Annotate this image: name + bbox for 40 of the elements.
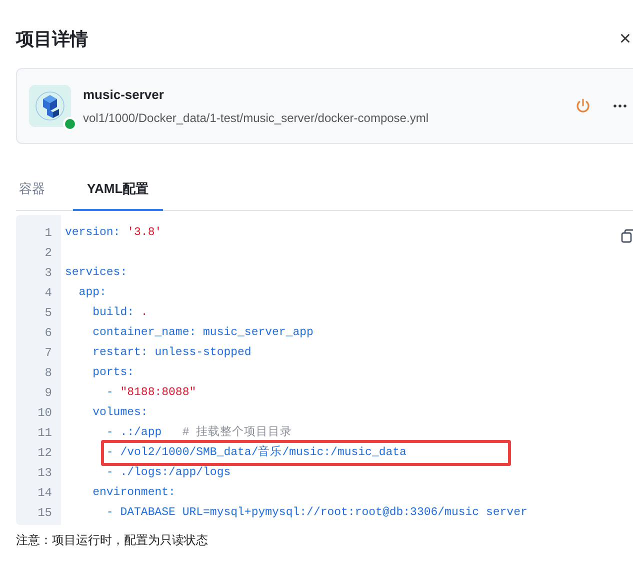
project-path: vol1/1000/Docker_data/1-test/music_server/docker-compose.yml [83,110,428,127]
power-icon[interactable] [575,98,591,114]
read-only-note: 注意：项目运行时，配置为只读状态 [16,532,209,549]
code-line: services: [65,265,128,281]
line-number: 5 [44,305,53,322]
code-line: version: '3.8' [65,225,162,241]
line-number: 9 [44,385,53,402]
line-number: 7 [44,345,53,362]
line-number: 15 [36,505,53,522]
line-number: 11 [36,425,53,442]
code-line: volumes: [92,405,148,421]
code-line: build: . [92,305,148,321]
code-line: - DATABASE URL=mysql+pymysql://root:root@db:3306/music server [105,505,528,521]
line-number: 10 [36,405,53,422]
copy-icon[interactable] [621,229,633,243]
code-line: ports: [92,365,134,381]
code-line: container_name: music_server_app [92,325,314,341]
code-line: environment: [92,485,176,501]
tab[interactable]: YAML配置 [73,168,163,211]
code-line: - "8188:8088" [105,385,196,401]
project-name: music-server [83,86,165,104]
line-number: 6 [44,325,53,342]
code-line: restart: unless-stopped [92,345,252,361]
code-line: - .:/app # 挂载整个项目目录 [105,424,292,441]
code-line: app: [78,285,106,301]
line-number: 8 [44,365,53,382]
line-number: 1 [44,225,53,242]
cube-icon [29,85,71,127]
line-number: 4 [44,285,53,302]
more-icon[interactable] [613,104,627,108]
line-number: 14 [36,485,53,502]
line-number: 3 [44,265,53,282]
tab[interactable]: 容器 [16,168,59,211]
line-number: 12 [36,445,53,462]
code-line: - /vol2/1000/SMB_data/音乐/music:/music_data [105,444,406,461]
close-button[interactable]: × [619,29,631,49]
line-number: 13 [36,465,53,482]
panel-title: 项目详情 [16,28,88,50]
line-number: 2 [44,245,53,262]
code-line: - ./logs:/app/logs [105,465,231,481]
